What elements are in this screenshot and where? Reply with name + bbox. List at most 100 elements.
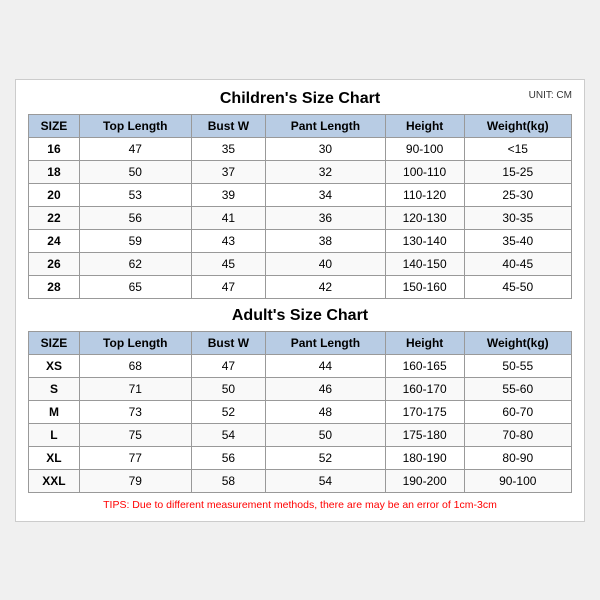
table-cell: 150-160 [385,275,464,298]
col-header-top-length: Top Length [79,114,191,137]
tips-text: TIPS: Due to different measurement metho… [28,499,572,511]
table-cell: 70-80 [464,423,571,446]
table-cell: 45 [191,252,266,275]
adult-col-header-size: SIZE [29,331,80,354]
table-cell: 44 [266,354,386,377]
table-cell: 47 [191,275,266,298]
adult-chart-title: Adult's Size Chart [28,307,572,325]
table-cell: 71 [79,377,191,400]
table-row: XL775652180-19080-90 [29,446,572,469]
table-cell: 34 [266,183,386,206]
adult-col-header-top-length: Top Length [79,331,191,354]
table-cell: 36 [266,206,386,229]
table-cell: 53 [79,183,191,206]
table-cell: 60-70 [464,400,571,423]
table-cell: 24 [29,229,80,252]
table-cell: 16 [29,137,80,160]
table-cell: 54 [266,469,386,492]
table-cell: 79 [79,469,191,492]
table-row: M735248170-17560-70 [29,400,572,423]
table-cell: 32 [266,160,386,183]
table-cell: 25-30 [464,183,571,206]
table-cell: 42 [266,275,386,298]
adult-title-row: Adult's Size Chart [28,307,572,325]
col-header-bust-w: Bust W [191,114,266,137]
table-row: 24594338130-14035-40 [29,229,572,252]
children-table-body: 1647353090-100<1518503732100-11015-25205… [29,137,572,298]
table-cell: 52 [266,446,386,469]
table-row: 26624540140-15040-45 [29,252,572,275]
table-cell: 160-170 [385,377,464,400]
table-cell: 41 [191,206,266,229]
table-row: 28654742150-16045-50 [29,275,572,298]
col-header-weight: Weight(kg) [464,114,571,137]
table-cell: 50-55 [464,354,571,377]
table-row: XXL795854190-20090-100 [29,469,572,492]
table-cell: 22 [29,206,80,229]
table-cell: 38 [266,229,386,252]
table-cell: 18 [29,160,80,183]
table-cell: 175-180 [385,423,464,446]
table-cell: 35-40 [464,229,571,252]
table-cell: 47 [191,354,266,377]
adult-col-header-pant-length: Pant Length [266,331,386,354]
table-cell: 73 [79,400,191,423]
table-row: XS684744160-16550-55 [29,354,572,377]
table-cell: 130-140 [385,229,464,252]
table-cell: 30-35 [464,206,571,229]
children-chart-title: Children's Size Chart [220,90,380,108]
table-cell: 62 [79,252,191,275]
table-cell: 58 [191,469,266,492]
table-cell: 180-190 [385,446,464,469]
table-cell: 40 [266,252,386,275]
table-cell: 35 [191,137,266,160]
adult-header-row: SIZE Top Length Bust W Pant Length Heigh… [29,331,572,354]
table-cell: XL [29,446,80,469]
table-cell: 140-150 [385,252,464,275]
col-header-pant-length: Pant Length [266,114,386,137]
adult-size-table: SIZE Top Length Bust W Pant Length Heigh… [28,331,572,493]
table-cell: 75 [79,423,191,446]
table-row: 1647353090-100<15 [29,137,572,160]
table-cell: 110-120 [385,183,464,206]
table-cell: S [29,377,80,400]
table-cell: 43 [191,229,266,252]
col-header-size: SIZE [29,114,80,137]
table-cell: 30 [266,137,386,160]
table-cell: 45-50 [464,275,571,298]
table-cell: 20 [29,183,80,206]
table-cell: 190-200 [385,469,464,492]
table-cell: 120-130 [385,206,464,229]
table-cell: 90-100 [385,137,464,160]
table-row: S715046160-17055-60 [29,377,572,400]
table-cell: <15 [464,137,571,160]
table-row: L755450175-18070-80 [29,423,572,446]
table-cell: 55-60 [464,377,571,400]
table-cell: 50 [79,160,191,183]
table-cell: 37 [191,160,266,183]
table-row: 20533934110-12025-30 [29,183,572,206]
table-cell: 28 [29,275,80,298]
table-cell: 50 [191,377,266,400]
table-cell: L [29,423,80,446]
table-cell: 26 [29,252,80,275]
table-row: 22564136120-13030-35 [29,206,572,229]
children-header-row: SIZE Top Length Bust W Pant Length Heigh… [29,114,572,137]
table-cell: 48 [266,400,386,423]
table-cell: 90-100 [464,469,571,492]
table-cell: 80-90 [464,446,571,469]
adult-table-body: XS684744160-16550-55S715046160-17055-60M… [29,354,572,492]
children-title-row: Children's Size Chart UNIT: CM [28,90,572,108]
table-cell: 56 [191,446,266,469]
table-cell: 52 [191,400,266,423]
table-row: 18503732100-11015-25 [29,160,572,183]
table-cell: 40-45 [464,252,571,275]
adult-col-header-bust-w: Bust W [191,331,266,354]
children-size-table: SIZE Top Length Bust W Pant Length Heigh… [28,114,572,299]
table-cell: 59 [79,229,191,252]
table-cell: 54 [191,423,266,446]
adult-col-header-height: Height [385,331,464,354]
table-cell: 170-175 [385,400,464,423]
table-cell: 77 [79,446,191,469]
table-cell: XXL [29,469,80,492]
